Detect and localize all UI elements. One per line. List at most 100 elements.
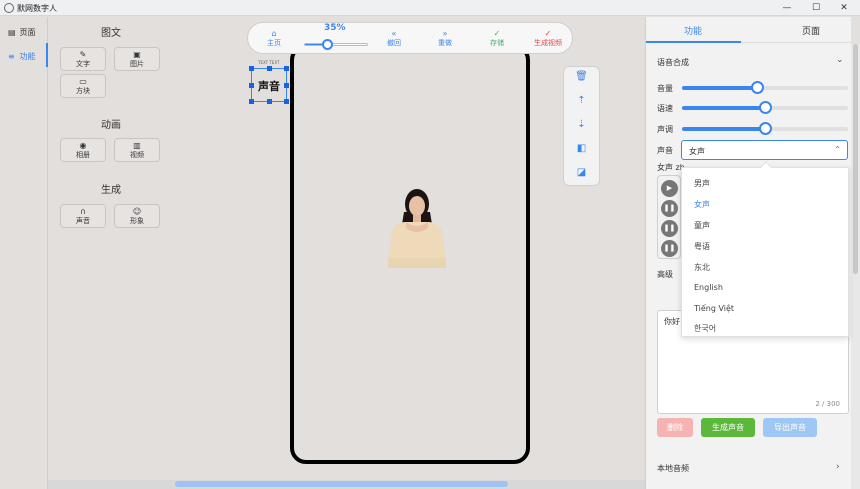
- speed-slider-knob[interactable]: [759, 101, 772, 114]
- redo-button[interactable]: » 重做: [425, 29, 465, 48]
- image-icon: ▣: [133, 50, 141, 59]
- tool-label: 相册: [76, 151, 90, 159]
- tab-page[interactable]: 页面: [802, 24, 820, 37]
- option-female[interactable]: 女声: [694, 199, 710, 210]
- function-icon: ≡: [8, 52, 15, 61]
- redo-icon: »: [442, 29, 448, 38]
- image-tool-button[interactable]: ▣ 图片: [114, 47, 160, 71]
- maximize-button[interactable]: ☐: [801, 1, 831, 15]
- volume-slider[interactable]: [682, 81, 848, 94]
- undo-button[interactable]: « 撤回: [374, 29, 414, 48]
- pitch-slider-knob[interactable]: [759, 122, 772, 135]
- window-title: 默网数字人: [17, 4, 57, 13]
- resize-handle[interactable]: [249, 99, 254, 104]
- resize-handle[interactable]: [249, 66, 254, 71]
- volume-slider-knob[interactable]: [750, 81, 764, 94]
- check-icon: ✓: [544, 29, 552, 38]
- home-button[interactable]: ⌂ 主页: [254, 29, 294, 48]
- album-tool-button[interactable]: ◉ 相册: [60, 138, 106, 162]
- speed-slider-fill: [682, 106, 765, 110]
- title-bar: 默网数字人 — ☐ ✕: [0, 0, 860, 16]
- top-toolbar: 35% ⌂ 主页 « 撤回 » 重做 ✓ 存储 ✓ 生成视频: [247, 22, 573, 54]
- delete-button[interactable]: 删除: [657, 418, 693, 437]
- volume-label: 音量: [657, 84, 673, 93]
- chevron-up-icon: ⌃: [834, 145, 841, 154]
- canvas-text-element[interactable]: TEXT TEXT 声音: [249, 60, 289, 104]
- option-english[interactable]: English: [694, 283, 723, 292]
- resize-handle[interactable]: [284, 66, 289, 71]
- local-audio-label[interactable]: 本地音频: [657, 463, 689, 474]
- option-child[interactable]: 童声: [694, 220, 710, 231]
- layer-toolbar: 🗑 ⇡ ⇣ ◧ ◪: [563, 66, 600, 186]
- left-nav: ▤ 页面 ≡ 功能: [0, 17, 48, 489]
- generate-video-button[interactable]: ✓ 生成视频: [526, 29, 570, 48]
- text-tool-button[interactable]: ✎ 文字: [60, 47, 106, 71]
- voice-tool-button[interactable]: ∩ 声音: [60, 204, 106, 228]
- generate-video-label: 生成视频: [534, 39, 562, 47]
- move-up-icon[interactable]: ⇡: [564, 95, 599, 106]
- voice-dropdown-menu: 男声 女声 童声 粤语 东北 English Tiếng Việt 한국어: [681, 161, 849, 337]
- voice-select[interactable]: 女声 ⌃: [681, 140, 848, 160]
- tool-label: 声音: [76, 217, 90, 225]
- check-circle-icon: ✓: [493, 29, 501, 38]
- tab-function[interactable]: 功能: [684, 24, 702, 37]
- resize-handle[interactable]: [284, 99, 289, 104]
- phone-canvas[interactable]: [290, 44, 530, 464]
- save-label: 存储: [490, 39, 504, 47]
- pause-icon[interactable]: ❚❚: [661, 240, 678, 257]
- horizontal-scrollbar[interactable]: [175, 481, 508, 487]
- text-element-label: 声音: [258, 80, 280, 93]
- headphones-icon: ∩: [80, 207, 86, 216]
- redo-label: 重做: [438, 39, 452, 47]
- resize-handle[interactable]: [267, 66, 272, 71]
- section-title-generate: 生成: [101, 185, 121, 196]
- delete-icon[interactable]: 🗑: [564, 71, 599, 82]
- zoom-slider-knob[interactable]: [321, 39, 333, 50]
- page-icon: ▤: [8, 28, 16, 37]
- option-vietnamese[interactable]: Tiếng Việt: [694, 304, 734, 313]
- close-button[interactable]: ✕: [829, 1, 859, 15]
- digital-human-avatar[interactable]: [384, 182, 450, 268]
- block-tool-button[interactable]: ▭ 方块: [60, 74, 106, 98]
- camera-icon: ◉: [79, 141, 87, 150]
- option-northeast[interactable]: 东北: [694, 262, 710, 273]
- pause-icon[interactable]: ❚❚: [661, 220, 678, 237]
- minimize-button[interactable]: —: [772, 1, 802, 15]
- nav-item-function[interactable]: ≡ 功能: [8, 51, 36, 62]
- home-label: 主页: [267, 39, 281, 47]
- save-button[interactable]: ✓ 存储: [477, 29, 517, 48]
- character-counter: 2 / 300: [815, 400, 840, 408]
- speed-slider[interactable]: [682, 101, 848, 114]
- move-down-icon[interactable]: ⇣: [564, 119, 599, 130]
- active-indicator: [46, 43, 48, 67]
- option-cantonese[interactable]: 粤语: [694, 241, 710, 252]
- nav-item-page[interactable]: ▤ 页面: [8, 27, 36, 38]
- home-icon: ⌂: [271, 29, 277, 38]
- speech-text-content: 你好: [664, 317, 680, 326]
- option-korean[interactable]: 한국어: [694, 323, 716, 334]
- resize-handle[interactable]: [267, 99, 272, 104]
- film-icon: ▥: [133, 141, 141, 150]
- option-male[interactable]: 男声: [694, 178, 710, 189]
- advanced-label: 高级: [657, 270, 673, 279]
- play-icon[interactable]: ▶: [661, 180, 678, 197]
- tool-label: 方块: [76, 87, 90, 95]
- section-title-speech-synthesis: 语音合成: [657, 58, 689, 67]
- audio-player-list: ▶ ❚❚ ❚❚ ❚❚: [657, 175, 681, 259]
- send-back-icon[interactable]: ◪: [564, 167, 599, 178]
- generate-voice-button[interactable]: 生成声音: [701, 418, 755, 437]
- voice-label: 声音: [657, 146, 673, 155]
- video-tool-button[interactable]: ▥ 视频: [114, 138, 160, 162]
- pitch-slider[interactable]: [682, 122, 848, 135]
- export-voice-button[interactable]: 导出声音: [763, 418, 817, 437]
- chevron-down-icon[interactable]: ⌄: [836, 55, 844, 65]
- zoom-slider[interactable]: [304, 39, 368, 50]
- right-scrollbar[interactable]: [851, 44, 860, 489]
- chevron-right-icon[interactable]: ›: [836, 462, 840, 472]
- right-scrollbar-thumb[interactable]: [853, 44, 858, 274]
- tool-label: 形象: [130, 217, 144, 225]
- avatar-tool-button[interactable]: ☺ 形象: [114, 204, 160, 228]
- pause-icon[interactable]: ❚❚: [661, 200, 678, 217]
- bring-front-icon[interactable]: ◧: [564, 143, 599, 154]
- volume-slider-fill: [682, 86, 757, 90]
